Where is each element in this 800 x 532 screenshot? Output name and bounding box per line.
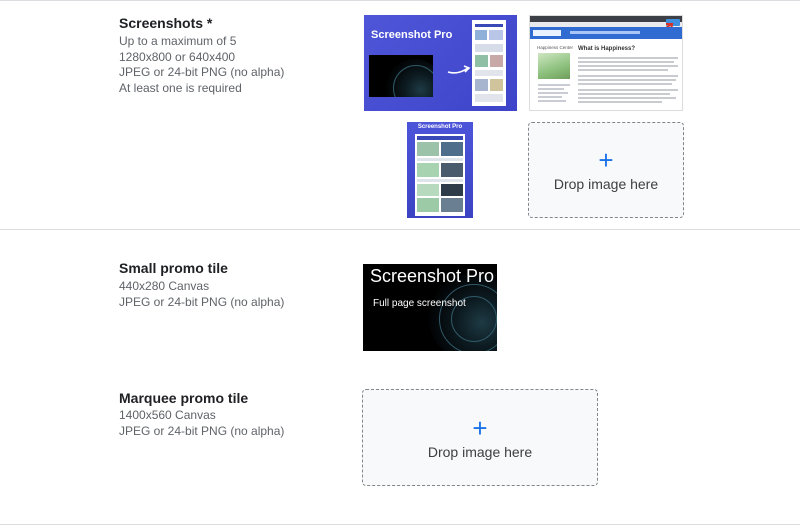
screenshots-desc-line: At least one is required (119, 80, 242, 95)
plus-icon: + (598, 145, 614, 175)
screenshots-desc-line: 1280x800 or 640x400 (119, 49, 236, 64)
marquee-promo-title: Marquee promo tile (119, 390, 249, 406)
screenshot-drop-zone[interactable]: + Drop image here (528, 122, 684, 218)
screenshots-desc-line: Up to a maximum of 5 (119, 34, 237, 48)
marquee-promo-desc-line: JPEG or 24-bit PNG (no alpha) (119, 423, 285, 438)
promo-tile-subtitle: Full page screenshot (373, 298, 466, 309)
thumbnail-title: Screenshot Pro (417, 124, 463, 130)
section-divider (0, 229, 800, 230)
drop-zone-label: Drop image here (427, 443, 533, 460)
small-promo-desc-line: 440x280 Canvas (119, 279, 210, 293)
plus-icon: + (472, 412, 488, 443)
screenshots-desc-line: JPEG or 24-bit PNG (no alpha) (119, 65, 285, 79)
thumbnail-lens-image (369, 55, 433, 97)
thumbnail-side-text: Happiness Center (537, 45, 574, 50)
screenshot-thumbnail-3[interactable]: Screenshot Pro (407, 122, 473, 218)
promo-tile-title: Screenshot Pro (370, 266, 495, 286)
thumbnail-title: Screenshot Pro (371, 29, 453, 41)
marquee-drop-zone[interactable]: + Drop image here (362, 389, 598, 486)
marquee-promo-desc-line: 1400x560 Canvas (119, 408, 216, 422)
screenshot-thumbnail-1[interactable]: Screenshot Pro (364, 15, 517, 111)
small-promo-tile-image[interactable]: Screenshot Pro Full page screenshot (363, 264, 497, 351)
thumbnail-page-preview (415, 134, 465, 216)
drop-zone-label: Drop image here (553, 176, 659, 192)
thumbnail-page-preview (472, 20, 506, 106)
small-promo-title: Small promo tile (119, 260, 228, 276)
small-promo-desc-line: JPEG or 24-bit PNG (no alpha) (119, 294, 285, 309)
thumbnail-heading: What is Happiness? (578, 46, 636, 52)
bottom-divider (0, 524, 800, 525)
screenshot-thumbnail-2[interactable]: Happiness Center What is Happiness? (529, 15, 683, 111)
marquee-promo-desc: 1400x560 Canvas JPEG or 24-bit PNG (no a… (119, 408, 284, 439)
arrow-right-icon (447, 65, 471, 74)
screenshots-title: Screenshots * (119, 15, 213, 31)
top-divider (0, 0, 800, 1)
screenshots-desc: Up to a maximum of 5 1280x800 or 640x400… (119, 34, 284, 96)
small-promo-desc: 440x280 Canvas JPEG or 24-bit PNG (no al… (119, 279, 284, 310)
thumbnail-photo (538, 53, 570, 79)
